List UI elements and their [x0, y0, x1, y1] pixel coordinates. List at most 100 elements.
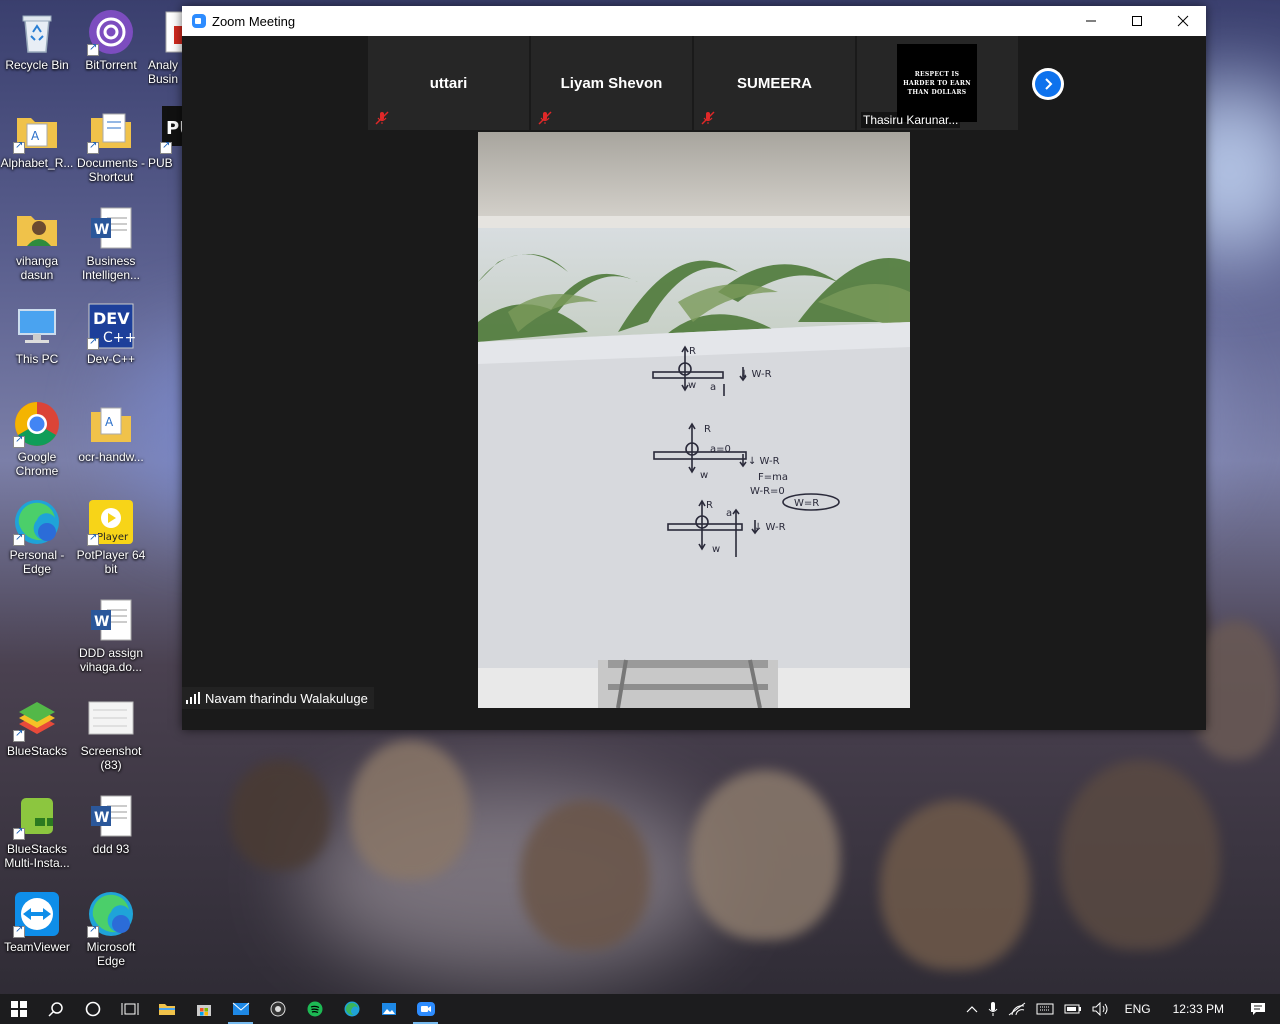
close-button[interactable] [1160, 6, 1206, 36]
volume-button[interactable] [1087, 994, 1115, 1024]
taskbar-spotify[interactable] [296, 994, 333, 1024]
windows-start-icon [10, 1001, 27, 1017]
whiteboard-text: R [704, 424, 711, 435]
system-tray: ENG 12:33 PM [961, 994, 1280, 1024]
desktop-icon-bluestacks[interactable]: BlueStacks [0, 694, 74, 758]
desktop-icon-microsoft-edge[interactable]: Microsoft Edge [74, 890, 148, 968]
profile-image-text: THAN DOLLARS [907, 88, 967, 96]
taskbar-photos[interactable] [370, 994, 407, 1024]
active-speaker-name: Navam tharindu Walakuluge [205, 690, 368, 706]
clock[interactable]: 12:33 PM [1161, 994, 1236, 1024]
taskbar-mail[interactable] [222, 994, 259, 1024]
participant-tile[interactable]: SUMEERA [694, 36, 855, 130]
next-page-button[interactable] [1032, 68, 1064, 100]
desktop-icon-recycle-bin[interactable]: Recycle Bin [0, 8, 74, 72]
desktop-icon-vihanga-dasun[interactable]: vihanga dasun [0, 204, 74, 282]
desktop-icon-screenshot[interactable]: Screenshot (83) [74, 694, 148, 772]
svg-text:W: W [94, 614, 109, 630]
desktop-icon-label: vihanga dasun [15, 254, 59, 282]
computer-icon [13, 302, 61, 350]
show-hidden-icons-button[interactable] [961, 994, 983, 1024]
participant-tile[interactable]: Liyam Shevon [531, 36, 692, 130]
desktop-icon-alphabet[interactable]: A Alphabet_R... [0, 106, 74, 170]
word-document-icon: W [87, 792, 135, 840]
bluestacks-multi-icon [13, 792, 61, 840]
whiteboard-video-frame: R ↓ W-R w a R a=0 ↓ W-R F=ma W-R=0 W=R w… [478, 132, 910, 708]
active-speaker-video: R ↓ W-R w a R a=0 ↓ W-R F=ma W-R=0 W=R w… [478, 132, 910, 708]
desktop-icon-potplayer[interactable]: Player PotPlayer 64 bit [74, 498, 148, 576]
whiteboard-text: ↓ W-R [754, 522, 786, 533]
notifications-button[interactable] [1236, 994, 1280, 1024]
battery-icon [1064, 1004, 1081, 1014]
svg-text:DEV: DEV [93, 309, 130, 328]
desktop-icon-teamviewer[interactable]: TeamViewer [0, 890, 74, 954]
start-button[interactable] [0, 994, 37, 1024]
desktop-icon-ddd-93[interactable]: W ddd 93 [74, 792, 148, 856]
edge-dev-icon [344, 1001, 359, 1017]
participant-name: Liyam Shevon [560, 74, 663, 92]
task-view-button[interactable] [111, 994, 148, 1024]
taskbar: ENG 12:33 PM [0, 994, 1280, 1024]
desktop-icon-bluestacks-multi[interactable]: BlueStacks Multi-Insta... [0, 792, 74, 870]
whiteboard-text: w [700, 470, 708, 481]
maximize-button[interactable] [1114, 6, 1160, 36]
desktop-icon-label: Microsoft Edge [86, 940, 136, 968]
whiteboard-text: a [710, 382, 716, 393]
muted-mic-icon [375, 111, 389, 125]
desktop-icon-label: Google Chrome [15, 450, 59, 478]
devcpp-icon: DEV C++ [87, 302, 136, 350]
folder-icon [87, 106, 135, 154]
svg-text:C++: C++ [103, 330, 135, 346]
desktop-icon-google-chrome[interactable]: Google Chrome [0, 400, 74, 478]
cortana-button[interactable] [74, 994, 111, 1024]
minimize-icon [1086, 20, 1096, 22]
desktop-icon-ddd-assign[interactable]: W DDD assign vihaga.do... [74, 596, 148, 674]
desktop-icon-this-pc[interactable]: This PC [0, 302, 74, 366]
teamviewer-icon [13, 890, 61, 938]
signal-strength-icon [186, 692, 200, 704]
desktop-icon-documents-shortcut[interactable]: Documents - Shortcut [74, 106, 148, 184]
active-speaker-label: Navam tharindu Walakuluge [182, 687, 374, 709]
battery-button[interactable] [1059, 994, 1087, 1024]
desktop-icon-label: ocr-handw... [78, 450, 144, 464]
store-icon [196, 1005, 211, 1016]
search-icon [47, 1002, 63, 1017]
minimize-button[interactable] [1068, 6, 1114, 36]
whiteboard-text: w [712, 544, 720, 555]
desktop-icon-dev-cpp[interactable]: DEV C++ Dev-C++ [74, 302, 148, 366]
participant-tile[interactable]: RESPECT IS HARDER TO EARN THAN DOLLARS T… [857, 36, 1018, 130]
whiteboard-text: ↓ W-R [740, 369, 772, 380]
chevron-right-icon [1045, 78, 1053, 90]
keyboard-button[interactable] [1031, 994, 1059, 1024]
participant-tile[interactable]: uttari [368, 36, 529, 130]
obs-icon [270, 1001, 285, 1017]
desktop-icon-label: BitTorrent [85, 58, 137, 72]
keyboard-icon [1036, 1003, 1054, 1015]
network-button[interactable] [1003, 994, 1031, 1024]
language-indicator[interactable]: ENG [1115, 994, 1161, 1024]
word-document-icon: W [87, 596, 135, 644]
taskbar-store[interactable] [185, 994, 222, 1024]
microphone-icon [988, 1002, 997, 1016]
edge-icon [13, 498, 61, 546]
maximize-icon [1132, 16, 1142, 26]
participant-name: Thasiru Karunar... [861, 112, 961, 128]
taskbar-edge-dev[interactable] [333, 994, 370, 1024]
title-bar[interactable]: Zoom Meeting [182, 6, 1206, 36]
desktop-icon-personal-edge[interactable]: Personal - Edge [0, 498, 74, 576]
zoom-meeting-window[interactable]: Zoom Meeting uttari Liyam Shevon SUMEERA [182, 6, 1206, 730]
taskbar-zoom[interactable] [407, 994, 444, 1024]
desktop-icon-label: This PC [15, 352, 59, 366]
recycle-bin-icon [13, 8, 61, 56]
desktop-icon-business-intelligence[interactable]: W Business Intelligen... [74, 204, 148, 282]
taskbar-file-explorer[interactable] [148, 994, 185, 1024]
desktop-icon-bittorrent[interactable]: BitTorrent [74, 8, 148, 72]
zoom-icon [416, 1002, 435, 1016]
taskbar-obs[interactable] [259, 994, 296, 1024]
whiteboard-text: a=0 [710, 444, 731, 455]
participant-profile-image: RESPECT IS HARDER TO EARN THAN DOLLARS [897, 44, 977, 122]
search-button[interactable] [37, 994, 74, 1024]
window-title: Zoom Meeting [212, 13, 296, 29]
desktop-icon-ocr-handwriting[interactable]: A ocr-handw... [74, 400, 148, 464]
microphone-button[interactable] [983, 994, 1003, 1024]
